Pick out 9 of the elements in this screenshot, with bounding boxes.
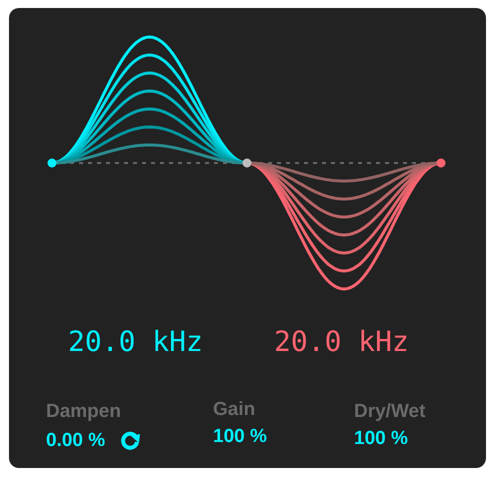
frequency-readout: 20.0 kHz (68, 328, 204, 356)
parameter-label: Dry/Wet (354, 402, 426, 421)
parameter-label: Dampen (46, 402, 122, 421)
frequency-readout: 20.0 kHz (274, 328, 409, 356)
parameter-value[interactable]: 100 % (354, 429, 408, 448)
parameter-value[interactable]: 0.00 % (46, 430, 106, 450)
parameter-value[interactable]: 100 % (213, 427, 267, 446)
parameter-label: Gain (213, 400, 256, 419)
reset-icon[interactable] (119, 429, 142, 451)
